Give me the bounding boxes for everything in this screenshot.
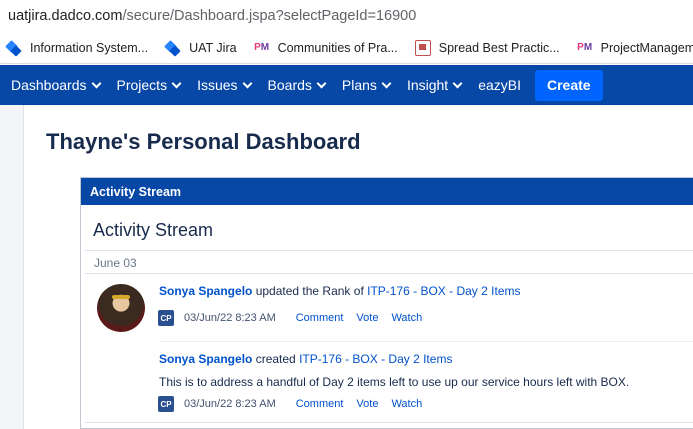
pm-icon: PM <box>577 41 593 53</box>
nav-label: Projects <box>116 77 168 93</box>
nav-label: Boards <box>267 77 312 93</box>
issue-link[interactable]: ITP-176 - BOX - Day 2 Items <box>367 284 520 298</box>
bookmark-label: Communities of Pra... <box>277 40 398 55</box>
activity-action: updated the Rank of <box>252 284 368 298</box>
jira-icon <box>165 40 181 56</box>
gadget-header[interactable]: Activity Stream <box>81 178 693 205</box>
chevron-down-icon <box>381 78 392 88</box>
jira-top-nav: Dashboards Projects Issues Boards Plans … <box>0 65 693 105</box>
presentation-icon <box>414 39 431 56</box>
bookmark-uat-jira[interactable]: UAT Jira <box>165 40 236 56</box>
vote-link[interactable]: Vote <box>356 312 378 324</box>
vote-link[interactable]: Vote <box>356 398 378 410</box>
bookmark-information-system[interactable]: Information System... <box>6 40 148 56</box>
watch-link[interactable]: Watch <box>391 312 422 324</box>
nav-label: Dashboards <box>11 77 87 93</box>
activity-action: created <box>252 352 300 366</box>
divider <box>159 341 693 342</box>
nav-insight[interactable]: Insight <box>406 77 463 93</box>
chevron-down-icon <box>316 78 327 88</box>
activity-meta: CP 03/Jun/22 8:23 AM Comment Vote Watch <box>158 310 435 326</box>
timestamp: 03/Jun/22 8:23 AM <box>184 312 276 324</box>
activity-entry-summary: Sonya Spangelo updated the Rank of ITP-1… <box>159 284 520 298</box>
bookmark-label: Information System... <box>30 40 149 55</box>
chevron-down-icon <box>91 78 101 88</box>
nav-label: Plans <box>341 77 377 93</box>
nav-projects[interactable]: Projects <box>116 77 182 93</box>
bookmark-communities[interactable]: PM Communities of Pra... <box>254 40 398 56</box>
divider <box>85 422 693 423</box>
activity-entry-summary: Sonya Spangelo created ITP-176 - BOX - D… <box>159 352 452 366</box>
bookmark-label: UAT Jira <box>189 40 237 55</box>
nav-boards[interactable]: Boards <box>267 77 327 93</box>
user-link[interactable]: Sonya Spangelo <box>159 352 252 366</box>
create-button[interactable]: Create <box>535 69 603 101</box>
nav-label: Insight <box>406 77 449 93</box>
comment-link[interactable]: Comment <box>296 312 344 324</box>
chevron-down-icon <box>242 78 252 88</box>
nav-dashboards[interactable]: Dashboards <box>11 77 101 93</box>
browser-window: uatjira.dadco.com/secure/Dashboard.jspa?… <box>0 0 693 429</box>
project-avatar-icon: CP <box>158 310 174 326</box>
bookmark-label: ProjectManagemen... <box>600 40 693 55</box>
activity-meta: CP 03/Jun/22 8:23 AM Comment Vote Watch <box>158 396 435 412</box>
page-title: Thayne's Personal Dashboard <box>46 129 361 154</box>
divider <box>85 273 693 274</box>
chevron-down-icon <box>452 78 463 88</box>
jira-icon <box>6 40 22 56</box>
bookmarks-bar: Information System... UAT Jira PM Commun… <box>0 32 693 64</box>
divider <box>85 250 693 251</box>
address-bar[interactable]: uatjira.dadco.com/secure/Dashboard.jspa?… <box>0 0 693 32</box>
project-avatar-icon: CP <box>158 396 174 412</box>
watch-link[interactable]: Watch <box>391 398 422 410</box>
activity-stream-gadget: Activity Stream Activity Stream June 03 … <box>80 177 693 429</box>
avatar[interactable] <box>97 284 145 332</box>
bookmark-project-management[interactable]: PM ProjectManagemen... <box>577 40 693 56</box>
nav-label: eazyBI <box>478 77 521 93</box>
timestamp: 03/Jun/22 8:23 AM <box>184 398 276 410</box>
issue-link[interactable]: ITP-176 - BOX - Day 2 Items <box>299 352 452 366</box>
sidebar-strip <box>0 105 24 429</box>
gadget-title: Activity Stream <box>93 220 214 240</box>
nav-issues[interactable]: Issues <box>197 77 252 93</box>
bookmark-spread-best-practices[interactable]: Spread Best Practic... <box>414 39 560 56</box>
url-path: /secure/Dashboard.jspa?selectPageId=1690… <box>122 8 417 24</box>
date-group-header: June 03 <box>94 256 137 270</box>
nav-label: Issues <box>197 77 238 93</box>
pm-icon: PM <box>254 41 270 53</box>
nav-plans[interactable]: Plans <box>341 77 392 93</box>
nav-eazybi[interactable]: eazyBI <box>478 77 521 93</box>
bookmark-label: Spread Best Practic... <box>438 40 560 55</box>
activity-description: This is to address a handful of Day 2 it… <box>159 375 630 389</box>
user-link[interactable]: Sonya Spangelo <box>159 284 252 298</box>
url-host: uatjira.dadco.com <box>8 8 123 24</box>
comment-link[interactable]: Comment <box>296 398 344 410</box>
chevron-down-icon <box>171 78 182 88</box>
